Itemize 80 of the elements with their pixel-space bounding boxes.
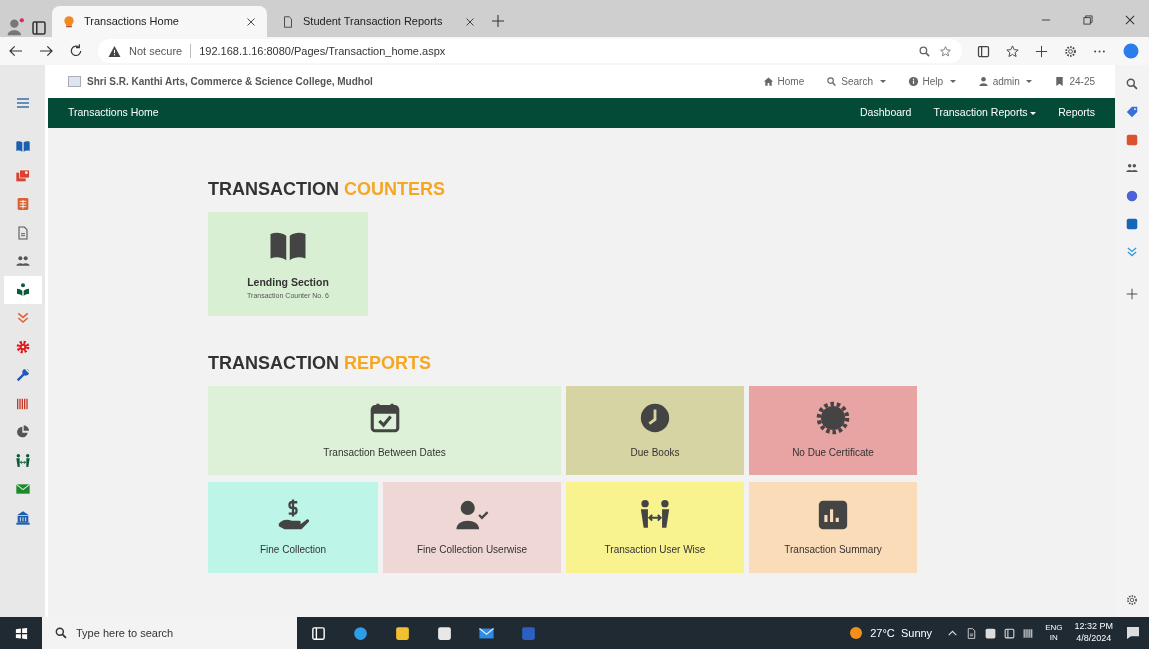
browser-tab[interactable]: Student Transaction Reports [271,6,486,37]
search-icon[interactable] [1125,77,1139,91]
browser-tab[interactable]: Transactions Home [52,6,267,37]
user-icon [977,76,989,87]
close-icon [245,15,257,28]
restore-icon[interactable] [1081,13,1095,27]
clock-icon [638,401,672,435]
sidebar-item[interactable] [3,275,42,304]
tag-icon[interactable] [1125,105,1139,119]
header-link[interactable]: Search [826,74,886,89]
report-tile[interactable]: Transaction Between Dates [208,386,561,475]
zoom-icon [918,44,931,58]
back-icon[interactable] [8,43,24,59]
report-tile[interactable]: Transaction User Wise [566,482,744,573]
address-bar[interactable]: Not secure 192.168.1.16:8080/Pages/Transaction_home.aspx [98,39,962,63]
section-title: TRANSACTION [208,178,339,201]
close-icon[interactable] [1123,13,1137,27]
images-icon [14,167,31,184]
workspaces-icon [30,19,48,37]
warning-icon [108,44,121,58]
section-title: TRANSACTION [208,352,339,375]
header-link[interactable]: 24-25 [1054,74,1095,89]
people-icon[interactable] [1125,161,1139,175]
clock-date: 4/8/2024 [1076,633,1112,645]
bar-chart-icon [816,498,850,532]
language-text: ENG [1045,623,1063,633]
region-text: IN [1049,633,1058,643]
report-tile[interactable]: Fine Collection [208,482,378,573]
section-title-accent: COUNTERS [344,178,445,201]
search-icon [826,76,838,87]
clock-time: 12:32 PM [1074,621,1113,633]
wrench-icon [14,367,31,384]
report-tile[interactable]: No Due Certificate [749,386,917,475]
weather-icon [848,625,865,641]
weather-text: 27°C Sunny [870,625,933,641]
user-check-icon [455,498,489,532]
close-icon [464,15,476,28]
settings-icon[interactable] [1125,593,1139,607]
tray-icon[interactable] [984,626,998,640]
nav-link[interactable]: Transaction Reports [933,105,1037,121]
gear-icon [14,338,31,355]
search-icon [54,626,68,640]
favorites-icon[interactable] [1005,43,1020,59]
report-tile[interactable]: Fine Collection Userwise [383,482,561,573]
task-view-icon[interactable] [309,624,327,642]
notifications-icon[interactable] [1125,625,1141,641]
url-text: 192.168.1.16:8080/Pages/Transaction_home.aspx [199,43,446,59]
nav-link[interactable]: Reports [1058,105,1095,121]
new-tab-icon[interactable] [490,13,506,29]
report-tile[interactable]: Transaction Summary [749,482,917,573]
page-icon [281,14,295,29]
header-link[interactable]: Help [907,74,956,89]
menu-icon[interactable] [14,95,31,111]
home-icon [762,76,774,87]
building-icon [14,509,31,526]
people-exchange-icon [14,452,31,469]
split-screen-icon[interactable] [976,43,991,59]
favorite-icon [939,44,952,58]
site-icon [62,14,76,29]
start-icon[interactable] [13,625,29,641]
report-tile[interactable]: Due Books [566,386,744,475]
nav-link[interactable]: Dashboard [860,105,912,121]
forward-icon[interactable] [38,43,54,59]
square-icon[interactable] [1125,217,1139,231]
header-link[interactable]: admin [977,74,1033,89]
header-link[interactable]: Home [762,74,805,89]
broken-image-icon [68,76,81,87]
nav-brand[interactable]: Transactions Home [68,105,839,121]
circle-icon[interactable] [1125,189,1139,203]
info-icon [907,76,919,87]
security-label: Not secure [129,43,183,59]
profile-icon [6,17,26,37]
seal-icon [816,401,850,435]
bookmark-icon [1054,76,1066,87]
money-hand-icon [276,498,310,532]
search-field[interactable]: Type here to search [42,617,297,649]
college-name: Shri S.R. Kanthi Arts, Commerce & Science College, Mudhol [87,75,373,89]
reader-icon [14,281,31,298]
section-title-accent: REPORTS [344,352,431,375]
refresh-icon[interactable] [68,43,84,59]
